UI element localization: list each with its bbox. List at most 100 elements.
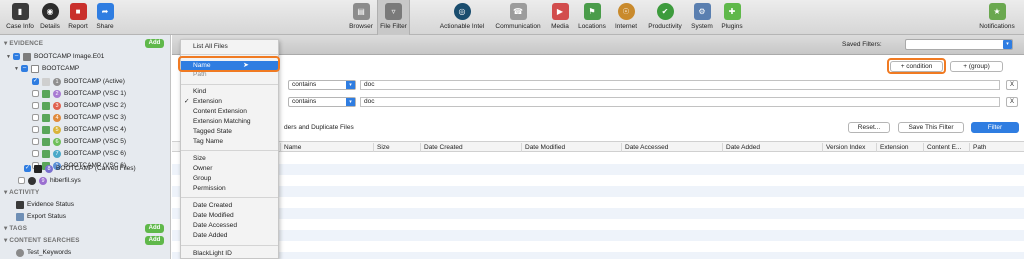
- condition-value-input[interactable]: doc: [360, 80, 1000, 90]
- tree-item-carved-files[interactable]: ✓ 8 BOOTCAMP (Carved Files): [24, 163, 136, 174]
- share-button[interactable]: ➦ Share: [93, 0, 117, 35]
- table-row[interactable]: [172, 175, 1024, 186]
- menu-item-size[interactable]: Size: [181, 154, 278, 164]
- column-header-name[interactable]: Name: [280, 143, 301, 152]
- drive-icon: [31, 64, 39, 73]
- tags-section-header[interactable]: ▾ TAGS Add: [0, 223, 171, 234]
- remove-condition-button[interactable]: X: [1006, 80, 1018, 90]
- save-filter-button[interactable]: Save This Filter: [898, 122, 964, 133]
- menu-item-date-accessed[interactable]: Date Accessed: [181, 221, 278, 231]
- table-row[interactable]: [172, 164, 1024, 175]
- evidence-status-item[interactable]: Evidence Status: [16, 199, 74, 210]
- menu-item-content-extension[interactable]: Content Extension: [181, 107, 278, 117]
- table-row[interactable]: [172, 219, 1024, 230]
- tree-item-volume[interactable]: 2 BOOTCAMP (VSC 1): [32, 88, 126, 99]
- evidence-section-header[interactable]: ▾ EVIDENCE Add: [0, 38, 171, 49]
- condition-operator-select[interactable]: contains ▾: [288, 97, 356, 107]
- menu-item-list-all-files[interactable]: List All Files: [181, 42, 278, 52]
- condition-operator-select[interactable]: contains ▾: [288, 80, 356, 90]
- disk-image-icon: [23, 52, 31, 61]
- tree-item-image[interactable]: ▼ – BOOTCAMP Image.E01: [6, 51, 104, 62]
- filter-button[interactable]: Filter: [971, 122, 1019, 133]
- browser-view-button[interactable]: ▤ Browser: [345, 0, 377, 35]
- notifications-button[interactable]: ★ Notifications: [974, 0, 1020, 35]
- reset-button[interactable]: Reset...: [848, 122, 890, 133]
- tree-item-volume[interactable]: 6 BOOTCAMP (VSC 5): [32, 136, 126, 147]
- tree-item-volume[interactable]: ✓ 1 BOOTCAMP (Active): [32, 76, 125, 87]
- productivity-button[interactable]: ✔ Productivity: [643, 0, 687, 35]
- activity-section-header[interactable]: ▾ ACTIVITY: [0, 187, 171, 198]
- volume-checkbox[interactable]: [32, 90, 39, 97]
- column-header-date-created[interactable]: Date Created: [420, 143, 463, 152]
- locations-button[interactable]: ⚑ Locations: [575, 0, 609, 35]
- volume-checkbox[interactable]: ✓: [32, 78, 39, 85]
- menu-item-owner[interactable]: Owner: [181, 164, 278, 174]
- menu-item-date-modified[interactable]: Date Modified: [181, 211, 278, 221]
- column-header-size[interactable]: Size: [373, 143, 390, 152]
- add-evidence-button[interactable]: Add: [145, 39, 164, 48]
- content-search-item[interactable]: Test_Keywords: [16, 247, 71, 258]
- column-header-content-extension[interactable]: Content E...: [923, 143, 961, 152]
- saved-filters-select[interactable]: ▾: [905, 39, 1013, 50]
- add-tag-button[interactable]: Add: [145, 224, 164, 233]
- menu-item-group[interactable]: Group: [181, 174, 278, 184]
- case-info-button[interactable]: ▮ Case Info: [3, 0, 37, 35]
- bootcamp-checkbox[interactable]: –: [21, 65, 28, 72]
- media-button[interactable]: ▶ Media: [548, 0, 572, 35]
- column-header-version-index[interactable]: Version Index: [822, 143, 865, 152]
- hiberfil-checkbox[interactable]: [18, 177, 25, 184]
- volume-checkbox[interactable]: [32, 102, 39, 109]
- table-row[interactable]: [172, 241, 1024, 252]
- tree-item-hiberfil[interactable]: 9 hiberfil.sys: [18, 175, 81, 186]
- volume-checkbox[interactable]: [32, 150, 39, 157]
- add-content-search-button[interactable]: Add: [145, 236, 164, 245]
- volume-checkbox[interactable]: [32, 114, 39, 121]
- column-header-date-modified[interactable]: Date Modified: [521, 143, 565, 152]
- communication-button[interactable]: ☎ Communication: [491, 0, 545, 35]
- add-condition-button[interactable]: + condition: [890, 61, 943, 72]
- column-header-extension[interactable]: Extension: [876, 143, 909, 152]
- table-row[interactable]: [172, 153, 1024, 164]
- menu-item-tagged-state[interactable]: Tagged State: [181, 127, 278, 137]
- details-button[interactable]: ◉ Details: [37, 0, 63, 35]
- table-row[interactable]: [172, 197, 1024, 208]
- menu-item-date-added[interactable]: Date Added: [181, 231, 278, 241]
- menu-item-date-created[interactable]: Date Created: [181, 201, 278, 211]
- tree-item-volume[interactable]: 7 BOOTCAMP (VSC 6): [32, 148, 126, 159]
- system-button[interactable]: ⚙ System: [688, 0, 716, 35]
- add-group-button[interactable]: + (group): [950, 61, 1003, 72]
- column-header-date-added[interactable]: Date Added: [722, 143, 760, 152]
- tree-item-volume[interactable]: 5 BOOTCAMP (VSC 4): [32, 124, 126, 135]
- actionable-intel-button[interactable]: ◎ Actionable Intel: [437, 0, 487, 35]
- remove-condition-button[interactable]: X: [1006, 97, 1018, 107]
- content-searches-section-header[interactable]: ▾ CONTENT SEARCHES Add: [0, 235, 171, 246]
- menu-item-permission[interactable]: Permission: [181, 184, 278, 194]
- volume-checkbox[interactable]: [32, 126, 39, 133]
- tree-item-bootcamp[interactable]: ▼ – BOOTCAMP: [14, 63, 79, 74]
- image-checkbox[interactable]: –: [13, 53, 20, 60]
- report-button[interactable]: ■ Report: [65, 0, 91, 35]
- export-status-item[interactable]: Export Status: [16, 211, 66, 222]
- table-row[interactable]: [172, 252, 1024, 259]
- sidebar: ▾ EVIDENCE Add ▼ – BOOTCAMP Image.E01 ▼ …: [0, 35, 171, 259]
- menu-item-kind[interactable]: Kind: [181, 87, 278, 97]
- column-header-path[interactable]: Path: [969, 143, 986, 152]
- table-row[interactable]: [172, 186, 1024, 197]
- table-row[interactable]: [172, 230, 1024, 241]
- table-row[interactable]: [172, 208, 1024, 219]
- tree-item-volume[interactable]: 3 BOOTCAMP (VSC 2): [32, 100, 126, 111]
- internet-button[interactable]: ☉ Internet: [611, 0, 641, 35]
- column-header-date-accessed[interactable]: Date Accessed: [621, 143, 668, 152]
- plugins-button[interactable]: ✚ Plugins: [718, 0, 746, 35]
- productivity-icon: ✔: [656, 3, 674, 20]
- disclosure-open-icon: ▾: [4, 40, 8, 47]
- menu-item-extension-matching[interactable]: Extension Matching: [181, 117, 278, 127]
- menu-item-tag-name[interactable]: Tag Name: [181, 137, 278, 147]
- menu-item-blacklight-id[interactable]: BlackLight ID: [181, 249, 278, 258]
- menu-item-extension[interactable]: ✓ Extension: [181, 97, 278, 107]
- condition-value-input[interactable]: doc: [360, 97, 1000, 107]
- volume-checkbox[interactable]: [32, 138, 39, 145]
- carved-checkbox[interactable]: ✓: [24, 165, 31, 172]
- tree-item-volume[interactable]: 4 BOOTCAMP (VSC 3): [32, 112, 126, 123]
- file-filter-view-button[interactable]: ▿ File Filter: [377, 0, 410, 35]
